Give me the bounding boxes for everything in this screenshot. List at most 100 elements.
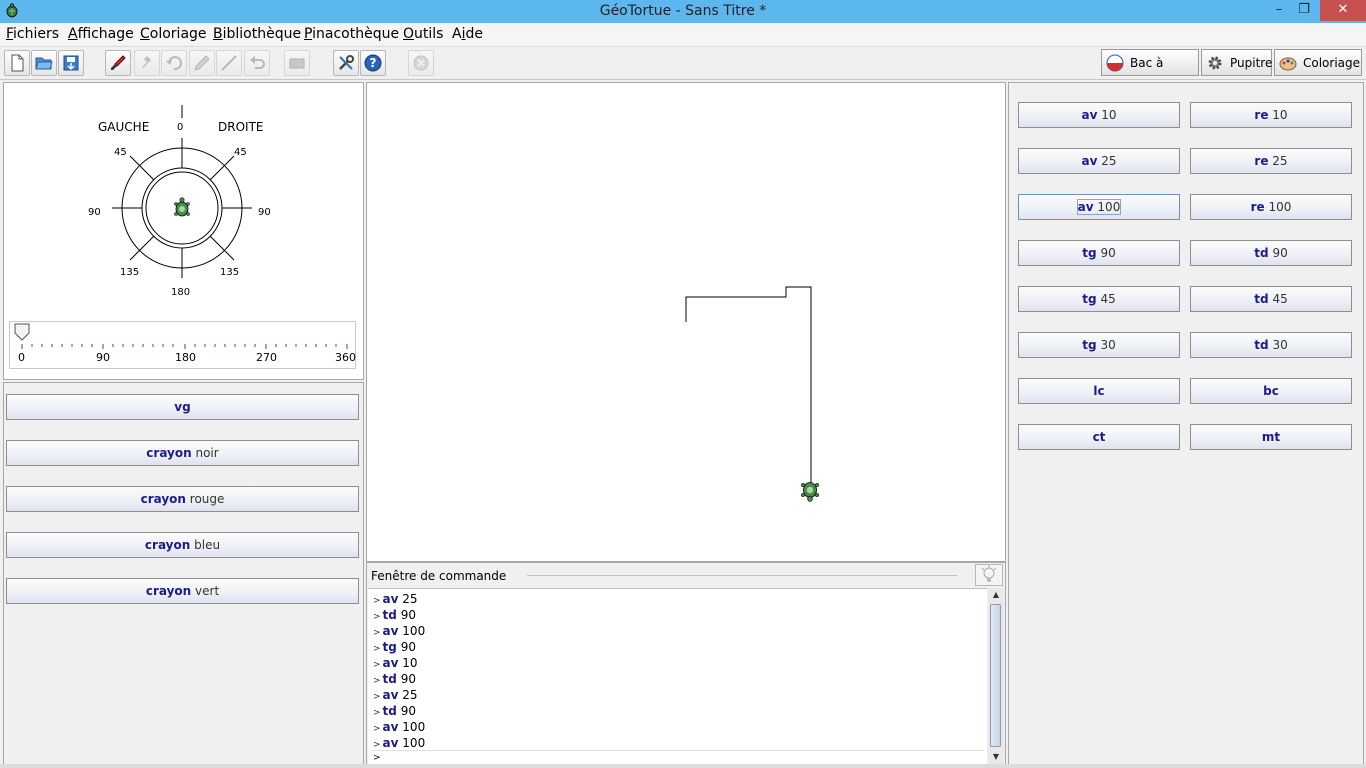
history-line[interactable]: > av 100 — [373, 735, 425, 751]
orientation-panel: GAUCHE DROITE 0 45 45 90 90 135 135 180 — [3, 82, 364, 380]
tg-30-button[interactable]: tg 30 — [1018, 332, 1180, 358]
minimize-icon[interactable]: – — [1268, 0, 1290, 21]
droite-label: DROITE — [218, 120, 264, 134]
history-line[interactable]: > td 90 — [373, 671, 416, 687]
status-strip — [0, 764, 1366, 768]
tools-icon[interactable] — [333, 50, 359, 76]
line-icon[interactable] — [216, 50, 242, 76]
scroll-up-icon[interactable]: ▲ — [988, 588, 1004, 602]
sandbox-icon — [1106, 54, 1124, 72]
command-window-header: Fenêtre de commande — [367, 563, 1005, 587]
coloriage-mode-button[interactable]: Coloriage — [1274, 49, 1362, 76]
eraser-icon[interactable] — [284, 50, 310, 76]
re-10-button[interactable]: re 10 — [1190, 102, 1352, 128]
undo-icon[interactable] — [244, 50, 270, 76]
brush-icon[interactable] — [105, 50, 131, 76]
scroll-down-icon[interactable]: ▼ — [988, 750, 1004, 764]
menu-aide[interactable]: Aide — [452, 26, 483, 42]
header-separator — [527, 575, 957, 576]
history-line[interactable]: > tg 90 — [373, 639, 416, 655]
procedures-panel: vg crayon noir crayon rouge crayon bleu … — [3, 382, 364, 766]
command-buttons-panel: av 10 re 10 av 25 re 25 av 100 re 100 tg… — [1008, 82, 1364, 766]
menu-pinacotheque[interactable]: Pinacothèque — [304, 26, 399, 42]
compass-label-0: 0 — [177, 122, 184, 133]
compass-label-90-right: 90 — [258, 207, 271, 218]
gauche-label: GAUCHE — [98, 120, 150, 134]
turtle-icon — [800, 482, 820, 502]
command-history[interactable]: > av 25 > td 90 > av 100 > tg 90 > av 10 > td … — [368, 588, 987, 765]
menu-bibliotheque[interactable]: Bibliothèque — [213, 26, 301, 42]
crayon-rouge-button[interactable]: crayon rouge — [6, 486, 359, 512]
re-100-button[interactable]: re 100 — [1190, 194, 1352, 220]
compass-label-45-right: 45 — [234, 147, 247, 158]
menu-outils[interactable]: Outils — [403, 26, 443, 42]
history-line[interactable]: > av 100 — [373, 623, 425, 639]
lc-button[interactable]: lc — [1018, 378, 1180, 404]
slider-tick-360: 360 — [335, 351, 356, 364]
command-window-title: Fenêtre de commande — [371, 569, 507, 583]
td-90-button[interactable]: td 90 — [1190, 240, 1352, 266]
td-45-button[interactable]: td 45 — [1190, 286, 1352, 312]
close-icon[interactable]: ✕ — [1320, 0, 1366, 21]
menu-fichiers[interactable]: Fichiers — [6, 26, 59, 42]
tg-90-button[interactable]: tg 90 — [1018, 240, 1180, 266]
command-input[interactable]: > — [370, 750, 984, 764]
menu-coloriage[interactable]: Coloriage — [140, 26, 207, 42]
undo-turn-icon[interactable] — [161, 50, 187, 76]
svg-text:?: ? — [370, 56, 377, 70]
palette-icon — [1279, 57, 1297, 71]
slider-tick-0: 0 — [18, 351, 25, 364]
lightbulb-icon[interactable] — [975, 564, 1003, 586]
pencil-icon[interactable] — [189, 50, 215, 76]
history-line[interactable]: > av 25 — [373, 687, 418, 703]
crayon-noir-button[interactable]: crayon noir — [6, 440, 359, 466]
bc-button[interactable]: bc — [1190, 378, 1352, 404]
help-icon[interactable]: ? — [360, 50, 386, 76]
title-bar: GéoTortue - Sans Titre * – ❐ ✕ — [0, 0, 1366, 23]
drawing-canvas[interactable] — [366, 82, 1006, 562]
tg-45-button[interactable]: tg 45 — [1018, 286, 1180, 312]
ct-button[interactable]: ct — [1018, 424, 1180, 450]
compass-label-135-left: 135 — [120, 267, 140, 278]
sandbox-mode-button[interactable]: Bac à sable — [1101, 49, 1199, 96]
history-line[interactable]: > av 25 — [373, 591, 418, 607]
av-100-button[interactable]: av 100 — [1018, 194, 1180, 220]
pin-icon[interactable] — [134, 50, 160, 76]
restore-icon[interactable]: ❐ — [1292, 0, 1316, 21]
mt-button[interactable]: mt — [1190, 424, 1352, 450]
gear-icon — [1208, 56, 1222, 70]
compass-label-180: 180 — [171, 287, 191, 298]
crayon-vert-button[interactable]: crayon vert — [6, 578, 359, 604]
command-window: Fenêtre de commande > av 25 > td 90 > av 10… — [366, 562, 1006, 766]
re-25-button[interactable]: re 25 — [1190, 148, 1352, 174]
angle-slider[interactable]: 0 90 180 270 360 — [9, 321, 356, 369]
stop-icon[interactable] — [408, 50, 434, 76]
history-line[interactable]: > av 100 — [373, 719, 425, 735]
turtle-icon — [174, 197, 190, 217]
open-folder-icon[interactable] — [31, 50, 57, 76]
save-icon[interactable] — [58, 50, 84, 76]
vg-button[interactable]: vg — [6, 394, 359, 420]
td-30-button[interactable]: td 30 — [1190, 332, 1352, 358]
av-25-button[interactable]: av 25 — [1018, 148, 1180, 174]
history-line[interactable]: > av 10 — [373, 655, 418, 671]
slider-thumb[interactable] — [14, 323, 30, 341]
history-line[interactable]: > td 90 — [373, 607, 416, 623]
compass-label-90-left: 90 — [88, 207, 101, 218]
slider-tick-90: 90 — [96, 351, 110, 364]
new-file-icon[interactable] — [4, 50, 30, 76]
menu-affichage[interactable]: Affichage — [68, 26, 134, 42]
history-scrollbar[interactable]: ▲ ▼ — [988, 588, 1004, 764]
compass-label-45-left: 45 — [114, 147, 127, 158]
menu-bar: Fichiers Affichage Coloriage Bibliothèqu… — [0, 23, 1366, 45]
slider-tick-270: 270 — [256, 351, 277, 364]
pupitre-mode-button[interactable]: Pupitre — [1201, 49, 1272, 76]
slider-tick-180: 180 — [175, 351, 196, 364]
av-10-button[interactable]: av 10 — [1018, 102, 1180, 128]
turtle-path — [685, 286, 812, 487]
history-line[interactable]: > td 90 — [373, 703, 416, 719]
compass-label-135-right: 135 — [220, 267, 240, 278]
scroll-thumb[interactable] — [990, 604, 1001, 747]
window-title: GéoTortue - Sans Titre * — [599, 3, 767, 19]
crayon-bleu-button[interactable]: crayon bleu — [6, 532, 359, 558]
